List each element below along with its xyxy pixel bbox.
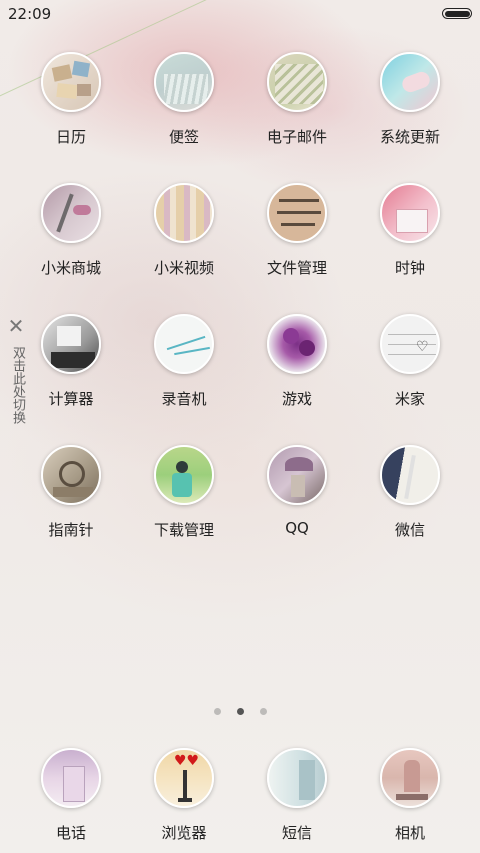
- browser-icon: ♥♥: [154, 748, 214, 808]
- wechat-icon: [380, 445, 440, 505]
- app-game[interactable]: 游戏: [241, 314, 353, 409]
- app-label: 相机: [394, 824, 425, 842]
- update-icon: [380, 52, 440, 112]
- page-dot[interactable]: [259, 708, 267, 715]
- page-indicator: [0, 700, 480, 715]
- app-camera[interactable]: 相机: [354, 748, 466, 843]
- app-label: 微信: [394, 521, 425, 539]
- app-label: 小米商城: [40, 259, 101, 277]
- app-wechat[interactable]: 微信: [354, 445, 466, 540]
- file-manager-icon: [267, 183, 327, 243]
- camera-icon: [380, 748, 440, 808]
- app-system-update[interactable]: 系统更新: [354, 52, 466, 147]
- app-label: 短信: [281, 824, 312, 842]
- close-icon[interactable]: ✕: [6, 316, 26, 336]
- app-browser[interactable]: ♥♥ 浏览器: [128, 748, 240, 843]
- app-label: 日历: [55, 128, 86, 146]
- app-clock[interactable]: 时钟: [354, 183, 466, 278]
- app-label: 电子邮件: [266, 128, 327, 146]
- calculator-icon: [41, 314, 101, 374]
- home-screen: 22:09 日历 便签 电子邮件 系统更新 小米商城 小米视频 文件管理 时钟 …: [0, 0, 480, 853]
- clock-icon: [380, 183, 440, 243]
- app-email[interactable]: 电子邮件: [241, 52, 353, 147]
- status-bar: 22:09: [0, 0, 480, 28]
- page-dot[interactable]: [213, 708, 221, 715]
- app-compass[interactable]: 指南针: [15, 445, 127, 540]
- calendar-icon: [41, 52, 101, 112]
- sms-icon: [267, 748, 327, 808]
- switch-hint[interactable]: ✕ 双击此处切换: [6, 316, 26, 428]
- game-icon: [267, 314, 327, 374]
- app-label: QQ: [285, 519, 309, 537]
- app-mi-video[interactable]: 小米视频: [128, 183, 240, 278]
- app-label: 米家: [394, 390, 425, 408]
- recorder-icon: [154, 314, 214, 374]
- app-label: 系统更新: [379, 128, 440, 146]
- compass-icon: [41, 445, 101, 505]
- app-mi-store[interactable]: 小米商城: [15, 183, 127, 278]
- app-label: 电话: [55, 824, 86, 842]
- app-label: 游戏: [281, 390, 312, 408]
- app-notes[interactable]: 便签: [128, 52, 240, 147]
- app-sms[interactable]: 短信: [241, 748, 353, 843]
- qq-icon: [267, 445, 327, 505]
- app-label: 便签: [168, 128, 199, 146]
- battery-icon: [442, 8, 472, 19]
- app-mijia[interactable]: ♡ 米家: [354, 314, 466, 409]
- download-icon: [154, 445, 214, 505]
- mijia-icon: ♡: [380, 314, 440, 374]
- app-phone[interactable]: 电话: [15, 748, 127, 843]
- app-label: 指南针: [48, 521, 94, 539]
- notes-icon: [154, 52, 214, 112]
- app-label: 录音机: [161, 390, 207, 408]
- app-recorder[interactable]: 录音机: [128, 314, 240, 409]
- app-label: 文件管理: [266, 259, 327, 277]
- app-label: 小米视频: [153, 259, 214, 277]
- app-qq[interactable]: QQ: [241, 445, 353, 537]
- status-time: 22:09: [8, 5, 52, 23]
- mi-store-icon: [41, 183, 101, 243]
- app-label: 浏览器: [161, 824, 207, 842]
- email-icon: [267, 52, 327, 112]
- app-download[interactable]: 下载管理: [128, 445, 240, 540]
- app-calendar[interactable]: 日历: [15, 52, 127, 147]
- switch-hint-text: 双击此处切换: [10, 346, 25, 424]
- app-label: 下载管理: [153, 521, 214, 539]
- mi-video-icon: [154, 183, 214, 243]
- app-label: 计算器: [48, 390, 94, 408]
- phone-icon: [41, 748, 101, 808]
- app-calculator[interactable]: 计算器: [15, 314, 127, 409]
- app-label: 时钟: [394, 259, 425, 277]
- app-file-manager[interactable]: 文件管理: [241, 183, 353, 278]
- page-dot-active[interactable]: [236, 708, 244, 715]
